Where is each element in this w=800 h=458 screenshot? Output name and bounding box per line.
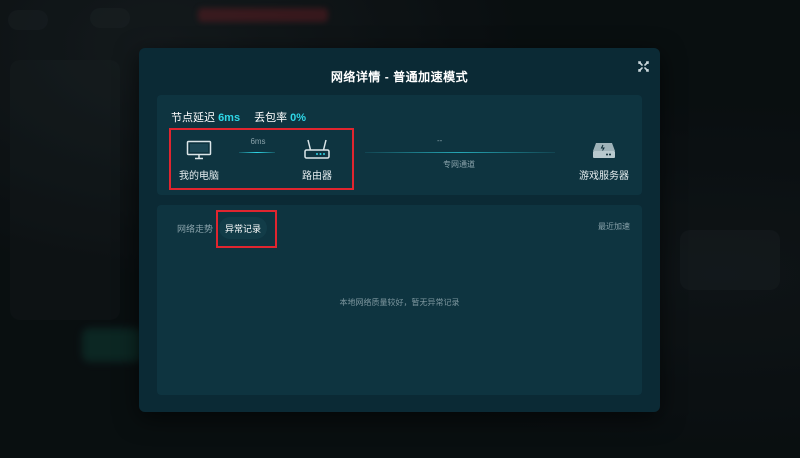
server-icon [593,143,615,158]
game-server-node: 游戏服务器 [579,141,629,182]
router-server-line [365,152,555,153]
network-details-dialog: 网络详情 - 普通加速模式 节点延迟 6ms 丢包率 0% 我的电脑 6ms 路… [139,48,660,412]
node-delay-stat: 节点延迟 6ms [171,109,240,125]
router-icon [304,139,330,159]
empty-state-message: 本地网络质量较好，暂无异常记录 [339,298,460,307]
packet-loss-value: 0% [290,112,307,124]
my-computer-node: 我的电脑 [179,140,219,182]
game-server-label: 游戏服务器 [579,171,629,182]
router-server-latency: -- [437,136,443,145]
connection-stats: 节点延迟 6ms 丢包率 0% [171,109,306,125]
monitor-icon [186,140,212,160]
channel-label: 专网通道 [443,160,475,169]
close-icon [637,60,649,72]
router-label: 路由器 [302,171,332,182]
tab-network-trend[interactable]: 网络走势 [171,217,219,239]
route-panel: 节点延迟 6ms 丢包率 0% 我的电脑 6ms 路由器 -- 专网通道 游戏服… [157,95,642,195]
packet-loss-stat: 丢包率 0% [254,109,306,125]
pc-router-latency: 6ms [250,137,266,146]
tab-highlight-box [216,210,277,248]
recent-acceleration-link[interactable]: 最近加速 [598,221,630,232]
packet-loss-label: 丢包率 [254,112,288,124]
pc-router-line [239,152,275,153]
records-panel: 网络走势 异常记录 最近加速 本地网络质量较好，暂无异常记录 [157,205,642,395]
my-computer-label: 我的电脑 [179,171,219,182]
close-button[interactable] [634,57,652,75]
dialog-title: 网络详情 - 普通加速模式 [330,70,469,84]
router-node: 路由器 [302,139,332,182]
node-delay-label: 节点延迟 [171,112,215,124]
node-delay-value: 6ms [218,112,241,124]
